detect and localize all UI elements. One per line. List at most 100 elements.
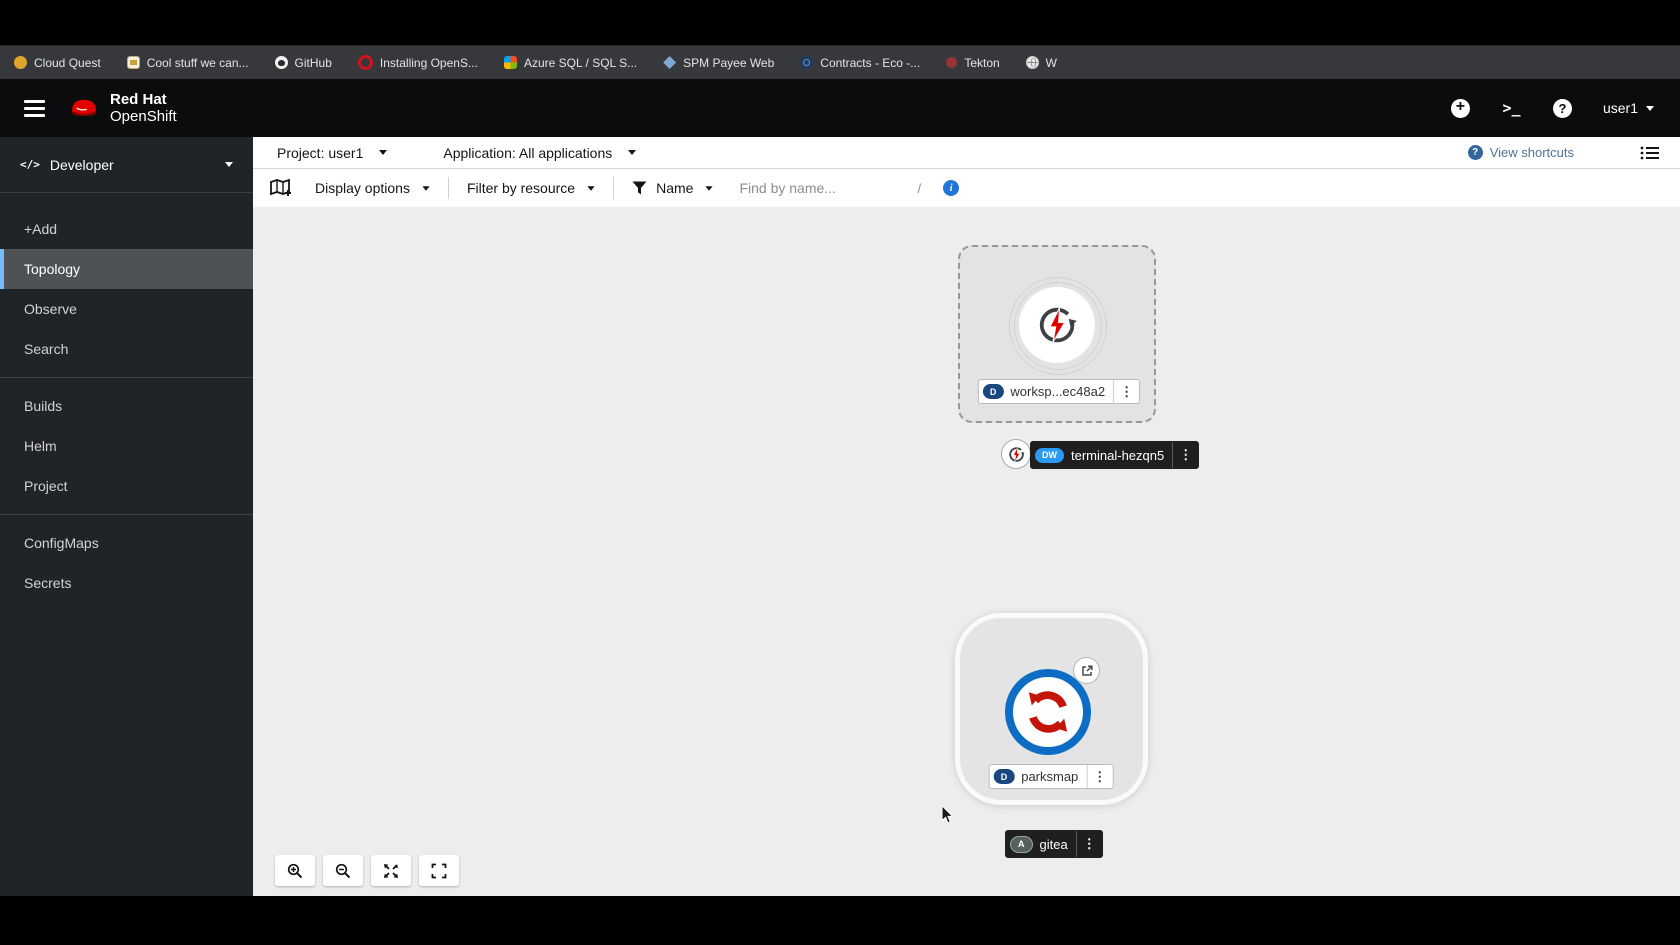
bookmark-cloud-quest[interactable]: Cloud Quest — [14, 56, 101, 70]
chevron-down-icon — [587, 185, 595, 191]
parksmap-node-name: parksmap — [1021, 769, 1079, 784]
find-by-name-input[interactable] — [737, 179, 892, 197]
display-options-label: Display options — [315, 180, 410, 196]
bookmark-label: Contracts - Eco -... — [820, 55, 921, 70]
open-url-decorator[interactable] — [1073, 657, 1100, 684]
zoom-in-button[interactable] — [275, 855, 315, 886]
kebab-menu-icon[interactable] — [1114, 384, 1139, 400]
deployment-badge: D — [993, 769, 1015, 784]
sidebar-item-configmaps[interactable]: ConfigMaps — [0, 523, 253, 563]
chevron-down-icon — [1646, 105, 1654, 111]
screen: Cloud Quest Cool stuff we can... GitHub … — [0, 0, 1680, 945]
bookmark-tekton[interactable]: Tekton — [946, 56, 1000, 70]
bookmark-label: Azure SQL / SQL S... — [523, 55, 638, 70]
workspace-node[interactable] — [1019, 287, 1095, 363]
workspace-node-label[interactable]: D worksp...ec48a2 — [977, 379, 1141, 404]
bookmark-github[interactable]: GitHub — [274, 56, 332, 70]
terminal-node-name: terminal-hezqn5 — [1071, 447, 1165, 463]
nav-label: Project — [24, 478, 68, 494]
reset-view-button[interactable] — [419, 855, 459, 886]
cool-stuff-favicon — [126, 56, 140, 69]
display-options-dropdown[interactable]: Display options — [315, 180, 430, 196]
bookmark-label: W — [1045, 55, 1057, 70]
redhat-openshift-logo[interactable]: Red Hat OpenShift — [67, 91, 177, 125]
bookmark-label: SPM Payee Web — [683, 55, 775, 70]
filter-by-resource-dropdown[interactable]: Filter by resource — [467, 180, 595, 196]
kebab-menu-icon[interactable] — [1173, 447, 1198, 463]
chevron-down-icon — [379, 150, 388, 155]
mouse-cursor — [940, 804, 955, 830]
bookmark-cool-stuff[interactable]: Cool stuff we can... — [126, 56, 249, 70]
application-dropdown[interactable]: Application: All applications — [443, 144, 637, 161]
parksmap-app-icon — [1028, 691, 1068, 733]
view-shortcuts-label: View shortcuts — [1489, 145, 1574, 160]
workspace-node-name: worksp...ec48a2 — [1010, 384, 1106, 399]
cloud-quest-favicon — [14, 56, 27, 69]
info-icon[interactable] — [943, 180, 960, 196]
devworkspace-icon — [1039, 307, 1077, 343]
tekton-favicon — [946, 57, 958, 68]
nav-label: ConfigMaps — [24, 535, 99, 551]
help-circle-icon — [1467, 145, 1483, 160]
help-icon[interactable] — [1552, 98, 1573, 119]
application-dropdown-label: Application: All applications — [443, 144, 613, 161]
deployment-badge: D — [982, 384, 1004, 399]
redhat-fedora-icon — [71, 99, 97, 116]
name-filter-dropdown[interactable]: Name — [656, 180, 714, 196]
bookmark-spm-payee[interactable]: SPM Payee Web — [663, 56, 774, 70]
nav-label: Builds — [24, 398, 63, 414]
fit-to-screen-button[interactable] — [371, 855, 411, 886]
sidebar-item-secrets[interactable]: Secrets — [0, 563, 253, 603]
export-application-icon[interactable] — [269, 178, 293, 198]
terminal-node-label[interactable]: DW terminal-hezqn5 — [1030, 441, 1200, 469]
filter-by-resource-label: Filter by resource — [466, 180, 576, 196]
nav-divider — [0, 514, 253, 515]
zoom-in-icon — [287, 863, 303, 878]
project-dropdown[interactable]: Project: user1 — [277, 145, 388, 161]
spm-favicon — [663, 56, 677, 69]
gitea-node-name: gitea — [1039, 836, 1068, 852]
sidebar-item-search[interactable]: Search — [0, 329, 253, 369]
nav-label: Observe — [24, 301, 77, 317]
nav-label: +Add — [24, 221, 58, 237]
sidebar-item-add[interactable]: +Add — [0, 209, 253, 249]
terminal-node-decorator[interactable] — [1001, 439, 1031, 469]
chevron-down-icon — [628, 150, 637, 155]
topology-canvas[interactable]: D worksp...ec48a2 DW terminal-hezqn5 — [253, 207, 1680, 896]
sidebar-item-builds[interactable]: Builds — [0, 386, 253, 426]
github-favicon — [274, 56, 288, 69]
sidebar-item-helm[interactable]: Helm — [0, 426, 253, 466]
devworkspace-badge: DW — [1035, 447, 1064, 463]
expand-arrows-icon — [384, 863, 398, 878]
gitea-node-label[interactable]: A gitea — [1005, 830, 1103, 858]
user-menu[interactable]: user1 — [1603, 100, 1654, 116]
zoom-out-icon — [335, 863, 351, 878]
view-shortcuts-button[interactable]: View shortcuts — [1467, 145, 1574, 160]
parksmap-node[interactable] — [1005, 669, 1091, 755]
bookmark-w[interactable]: W — [1025, 55, 1057, 70]
nav-label: Search — [24, 341, 69, 357]
sidebar-item-topology[interactable]: Topology — [0, 249, 253, 289]
toolbar-divider — [613, 177, 615, 199]
canvas-controls — [275, 855, 459, 886]
chevron-down-icon — [422, 185, 430, 191]
topology-toolbar: Display options Filter by resource Name — [253, 169, 1680, 207]
perspective-label: Developer — [49, 156, 114, 173]
sidebar: Developer +Add Topology Observe Search B… — [0, 137, 253, 896]
sidebar-item-observe[interactable]: Observe — [0, 289, 253, 329]
parksmap-node-label[interactable]: D parksmap — [988, 764, 1114, 789]
list-view-toggle-icon[interactable] — [1640, 145, 1660, 161]
bookmark-contracts[interactable]: Contracts - Eco -... — [800, 56, 920, 70]
sidebar-item-project[interactable]: Project — [0, 466, 253, 506]
toolbar-divider — [447, 177, 449, 199]
bookmark-installing-openshift[interactable]: Installing OpenS... — [357, 55, 478, 70]
nav-toggle-hamburger-icon[interactable] — [20, 96, 49, 121]
kebab-menu-icon[interactable] — [1087, 769, 1112, 785]
web-terminal-icon[interactable] — [1501, 98, 1522, 119]
zoom-out-button[interactable] — [323, 855, 363, 886]
nav-label: Helm — [24, 438, 57, 454]
kebab-menu-icon[interactable] — [1077, 836, 1102, 852]
quick-create-plus-icon[interactable] — [1450, 98, 1471, 119]
bookmark-azure-sql[interactable]: Azure SQL / SQL S... — [503, 55, 638, 70]
perspective-switcher[interactable]: Developer — [0, 137, 253, 193]
